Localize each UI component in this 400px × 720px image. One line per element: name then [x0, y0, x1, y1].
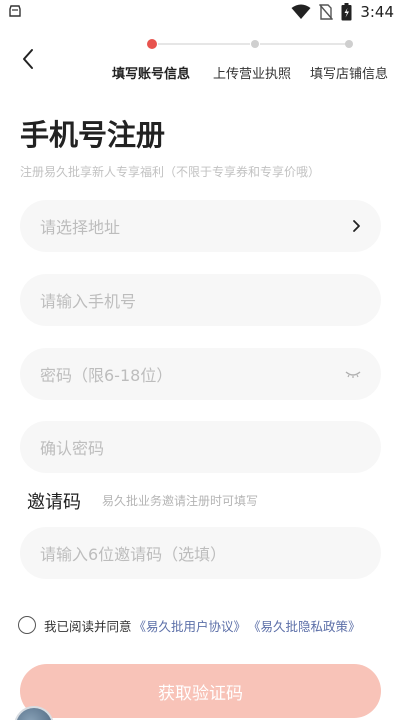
agreement-checkbox[interactable]: [18, 616, 36, 634]
battery-icon: [341, 3, 352, 21]
address-select[interactable]: 请选择地址: [20, 200, 381, 252]
eye-closed-icon: [345, 371, 361, 378]
step-dot: [251, 40, 259, 48]
invite-code-hint: 易久批业务邀请注册时可填写: [102, 494, 259, 508]
step-label-license: 上传营业执照: [213, 67, 292, 82]
step-label-store: 填写店铺信息: [310, 67, 389, 82]
address-placeholder: 请选择地址: [40, 218, 121, 237]
phone-input[interactable]: 请输入手机号: [20, 274, 381, 326]
invite-placeholder: 请输入6位邀请码（选填）: [40, 545, 227, 564]
step-progress: 填写账号信息 上传营业执照 填写店铺信息: [0, 34, 400, 84]
get-verification-code-button[interactable]: 获取验证码: [20, 664, 381, 718]
page-subtitle: 注册易久批享新人专享福利（不限于专享券和专享价哦）: [20, 165, 321, 179]
step-label-account: 填写账号信息: [112, 67, 191, 82]
invite-code-label: 邀请码: [27, 492, 81, 513]
wifi-icon: [291, 4, 311, 19]
agreement-row: 我已阅读并同意 《易久批用户协议》 《易久批隐私政策》: [18, 614, 361, 636]
invite-code-input[interactable]: 请输入6位邀请码（选填）: [20, 527, 381, 579]
user-agreement-link[interactable]: 《易久批用户协议》: [134, 616, 247, 635]
agreement-text: 我已阅读并同意: [44, 618, 132, 634]
no-sim-icon: [319, 4, 334, 20]
status-bar: 3:44: [0, 0, 400, 26]
confirm-placeholder: 确认密码: [40, 439, 105, 458]
confirm-password-input[interactable]: 确认密码: [20, 421, 381, 473]
step-connector: [158, 43, 250, 45]
phone-placeholder: 请输入手机号: [40, 292, 137, 311]
step-dot-active: [147, 39, 157, 49]
password-placeholder: 密码（限6-18位）: [40, 366, 173, 385]
status-icons: 3:44: [291, 2, 394, 22]
password-visibility-toggle[interactable]: [345, 348, 361, 400]
app-notification-icon: [9, 5, 21, 17]
submit-label: 获取验证码: [158, 683, 243, 704]
password-input[interactable]: 密码（限6-18位）: [20, 348, 381, 400]
step-connector: [260, 43, 346, 45]
chevron-right-icon: [353, 220, 360, 232]
page-title: 手机号注册: [20, 118, 166, 152]
step-dot: [345, 40, 353, 48]
status-time: 3:44: [360, 3, 394, 21]
privacy-policy-link[interactable]: 《易久批隐私政策》: [248, 616, 361, 635]
